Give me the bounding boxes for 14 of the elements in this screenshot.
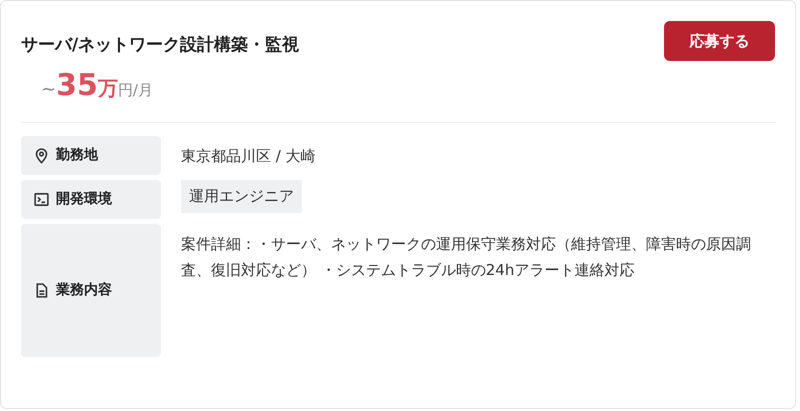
field-label: 開発環境 (56, 190, 112, 209)
location-text: 東京都品川区 / 大崎 (181, 146, 317, 167)
salary-period: 円/月 (118, 80, 153, 101)
salary-prefix: ~ (41, 78, 56, 102)
field-label: 業務内容 (56, 280, 112, 300)
description-text: 案件詳細：・サーバ、ネットワークの運用保守業務対応（維持管理、障害時の原因調査、復旧対応など） ・システムトラブル時の24hアラート連絡対応 (181, 234, 752, 281)
apply-button[interactable]: 応募する (664, 21, 775, 61)
field-label: 勤務地 (56, 146, 98, 165)
job-title: サーバ/ネットワーク設計構築・監視 (21, 34, 300, 57)
salary-amount: 35 (56, 71, 98, 101)
skill-tag: 運用エンジニア (181, 180, 302, 212)
terminal-icon (33, 191, 50, 208)
location-pin-icon (33, 147, 50, 164)
salary-unit: 万 (98, 75, 118, 102)
